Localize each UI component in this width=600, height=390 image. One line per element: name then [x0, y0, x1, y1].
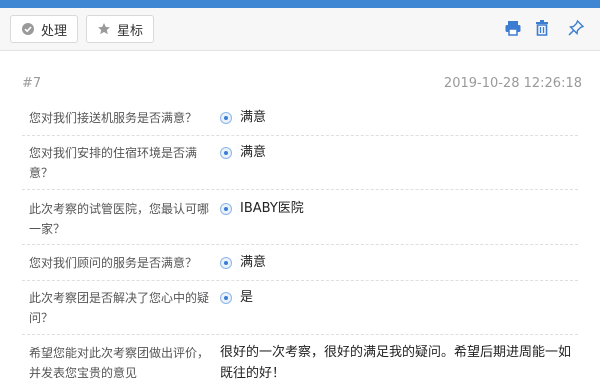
survey-row: 希望您能对此次考察团做出评价，并发表您宝贵的意见 很好的一次考察，很好的满足我的… [22, 335, 578, 390]
record-timestamp: 2019-10-28 12:26:18 [443, 76, 582, 91]
radio-selected-icon [220, 257, 232, 269]
star-button[interactable]: 星标 [86, 15, 154, 43]
toolbar: 处理 星标 [0, 8, 600, 51]
survey-row: 您对我们顾问的服务是否满意？ 满意 [22, 245, 578, 281]
handle-button-label: 处理 [41, 23, 68, 39]
top-accent-bar [0, 0, 600, 8]
survey-comment: 很好的一次考察，很好的满足我的疑问。希望后期进周能一如既往的好！ [220, 345, 572, 381]
survey-question: 您对我们安排的住宿环境是否满意？ [29, 146, 198, 180]
survey-answer: 满意 [240, 255, 267, 270]
survey-row: 此次考察团是否解决了您心中的疑问？ 是 [22, 281, 578, 335]
survey-question: 此次考察的试管医院，您最认可哪一家？ [29, 202, 210, 236]
record-number: #7 [22, 76, 42, 91]
survey-question: 此次考察团是否解决了您心中的疑问？ [29, 291, 210, 325]
radio-selected-icon [220, 203, 232, 215]
survey-row: 此次考察的试管医院，您最认可哪一家？ IBABY医院 [22, 190, 578, 245]
survey-answer: 是 [240, 290, 254, 305]
star-button-label: 星标 [117, 23, 144, 39]
star-icon [97, 22, 111, 36]
survey-answer: IBABY医院 [240, 201, 304, 216]
handle-button[interactable]: 处理 [10, 15, 78, 43]
survey-question: 您对我们接送机服务是否满意？ [29, 111, 198, 125]
radio-selected-icon [220, 147, 232, 159]
survey-row: 您对我们接送机服务是否满意？ 满意 [22, 101, 578, 136]
survey-question: 您对我们顾问的服务是否满意？ [29, 256, 198, 270]
radio-selected-icon [220, 292, 232, 304]
survey-answer: 满意 [240, 110, 267, 125]
survey-row: 您对我们安排的住宿环境是否满意？ 满意 [22, 136, 578, 190]
survey-answer: 满意 [240, 145, 267, 160]
survey-question: 希望您能对此次考察团做出评价，并发表您宝贵的意见 [29, 346, 210, 380]
radio-selected-icon [220, 112, 232, 124]
trash-icon[interactable] [532, 18, 552, 38]
pin-icon[interactable] [566, 18, 586, 38]
check-circle-icon [21, 22, 35, 36]
print-icon[interactable] [503, 18, 523, 38]
